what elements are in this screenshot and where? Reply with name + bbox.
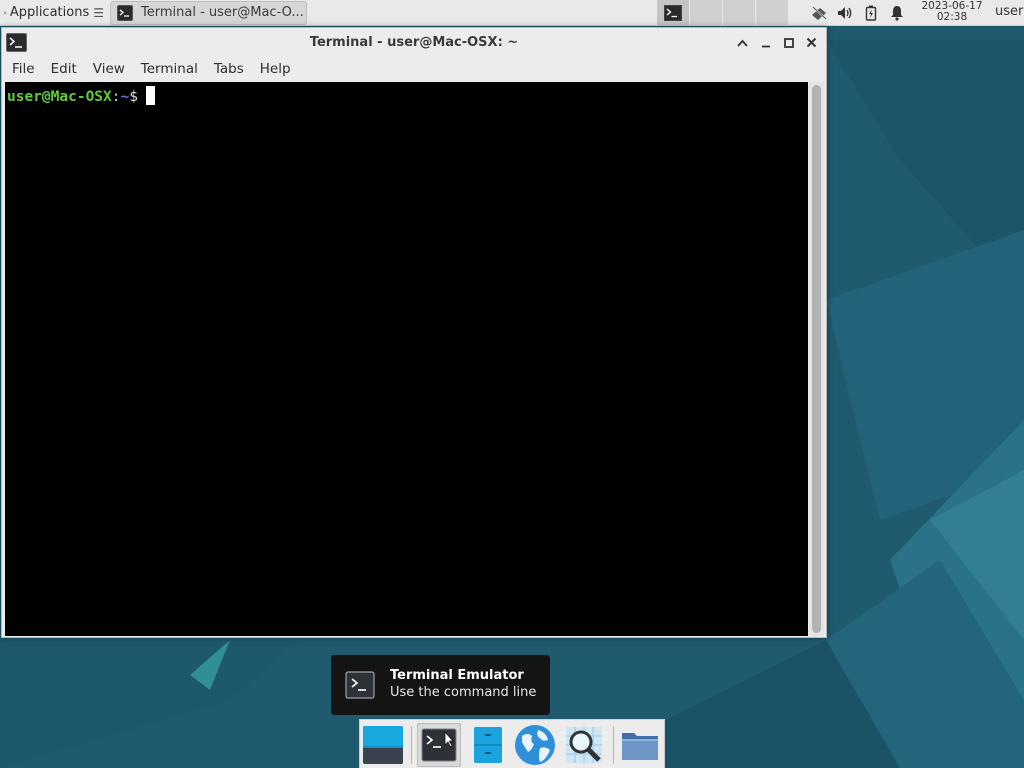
prompt-colon: : bbox=[111, 89, 121, 105]
minimize-icon bbox=[761, 45, 770, 47]
close-button[interactable] bbox=[803, 34, 820, 51]
prompt-user: user@Mac-OSX bbox=[7, 89, 112, 105]
menu-view[interactable]: View bbox=[87, 58, 131, 80]
network-icon[interactable] bbox=[806, 0, 832, 26]
menu-lines-icon: ☰ bbox=[93, 5, 104, 20]
prompt-line: user@Mac-OSX:~$ bbox=[7, 86, 155, 105]
menubar: File Edit View Terminal Tabs Help bbox=[2, 58, 826, 80]
menu-file[interactable]: File bbox=[6, 58, 41, 80]
window-title: Terminal - user@Mac-OSX: ~ bbox=[309, 35, 519, 50]
scrollbar-thumb[interactable] bbox=[812, 85, 821, 633]
magnifier-icon bbox=[566, 727, 602, 763]
file-cabinet-icon bbox=[474, 727, 502, 763]
terminal-icon bbox=[345, 671, 375, 699]
workspace-4[interactable] bbox=[755, 0, 788, 26]
dock-folder[interactable] bbox=[618, 723, 662, 767]
volume-icon[interactable] bbox=[832, 0, 858, 26]
maximize-button[interactable] bbox=[780, 34, 797, 51]
taskbar-terminal-label: Terminal - user@Mac-O... bbox=[141, 5, 304, 20]
prompt-symbol: $ bbox=[129, 89, 138, 105]
menu-edit[interactable]: Edit bbox=[45, 58, 83, 80]
user-menu[interactable]: user bbox=[995, 4, 1023, 19]
taskbar-terminal-button[interactable]: Terminal - user@Mac-O... bbox=[110, 0, 307, 25]
xfce-logo-icon bbox=[3, 11, 7, 14]
close-icon bbox=[806, 37, 817, 48]
maximize-icon bbox=[783, 37, 794, 48]
globe-icon bbox=[515, 725, 555, 765]
menu-tabs[interactable]: Tabs bbox=[208, 58, 250, 80]
dock-app-finder[interactable] bbox=[562, 723, 606, 767]
top-panel: Applications ☰ Terminal - user@Mac-O... bbox=[0, 0, 1024, 26]
chevron-up-icon bbox=[737, 39, 748, 47]
terminal-window: Terminal - user@Mac-OSX: ~ File Edit Vie… bbox=[1, 27, 827, 638]
dock-terminal[interactable] bbox=[417, 723, 461, 767]
prompt-path: ~ bbox=[120, 89, 130, 105]
applications-label: Applications bbox=[9, 5, 90, 20]
notification-bell-icon[interactable] bbox=[884, 0, 910, 26]
window-titlebar[interactable]: Terminal - user@Mac-OSX: ~ bbox=[2, 28, 826, 58]
dock-separator bbox=[411, 726, 412, 764]
tooltip-description: Use the command line bbox=[390, 685, 537, 700]
folder-icon bbox=[622, 733, 658, 760]
clock-time: 02:38 bbox=[936, 11, 968, 23]
show-desktop-icon bbox=[363, 726, 403, 764]
workspace-2[interactable] bbox=[689, 0, 722, 26]
terminal-icon bbox=[117, 4, 133, 21]
shade-button[interactable] bbox=[734, 34, 751, 51]
battery-icon[interactable] bbox=[858, 0, 884, 26]
dock-separator bbox=[613, 726, 614, 764]
terminal-icon bbox=[664, 5, 682, 21]
dock-file-cabinet[interactable] bbox=[466, 723, 510, 767]
dock-web-browser[interactable] bbox=[513, 723, 557, 767]
workspace-3[interactable] bbox=[722, 0, 755, 26]
menu-help[interactable]: Help bbox=[254, 58, 297, 80]
text-cursor bbox=[145, 86, 155, 105]
workspace-1[interactable] bbox=[656, 0, 689, 26]
system-tray bbox=[806, 0, 910, 26]
tooltip-title: Terminal Emulator bbox=[390, 668, 524, 683]
scrollbar[interactable] bbox=[809, 82, 824, 636]
menu-terminal[interactable]: Terminal bbox=[135, 58, 204, 80]
workspace-switcher bbox=[656, 0, 788, 26]
minimize-button[interactable] bbox=[757, 34, 774, 51]
applications-menu[interactable]: Applications ☰ bbox=[0, 0, 108, 26]
clock[interactable]: 2023-06-17 02:38 bbox=[916, 1, 988, 23]
window-controls bbox=[734, 34, 820, 51]
dock-tooltip: Terminal Emulator Use the command line bbox=[331, 655, 550, 715]
dock-show-desktop[interactable] bbox=[361, 723, 405, 767]
terminal-output[interactable]: user@Mac-OSX:~$ bbox=[5, 82, 808, 636]
dock bbox=[359, 719, 665, 768]
terminal-icon bbox=[421, 728, 457, 762]
